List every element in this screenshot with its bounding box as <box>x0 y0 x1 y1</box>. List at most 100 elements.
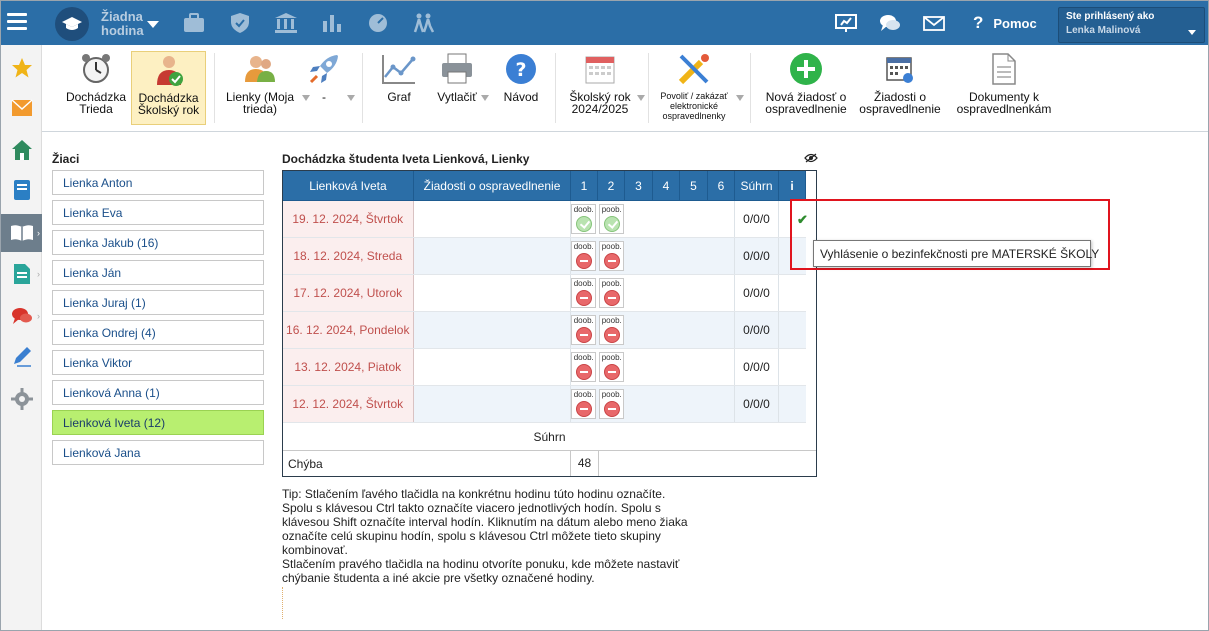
bank-icon[interactable] <box>275 13 297 33</box>
hour-cell[interactable] <box>624 385 653 423</box>
date-cell[interactable]: 13. 12. 2024, Piatok <box>282 348 414 386</box>
checkmark-icon[interactable]: ✔ <box>797 212 808 228</box>
hour-cell[interactable] <box>624 237 653 275</box>
hour-status-box[interactable]: poob. <box>599 241 625 271</box>
menu-icon[interactable] <box>7 13 27 31</box>
student-item[interactable]: Lienka Jakub (16) <box>52 230 264 255</box>
rocket-button[interactable]: - <box>304 51 344 125</box>
column-header-hour[interactable]: 3 <box>624 170 653 201</box>
column-header-hour[interactable]: 1 <box>570 170 598 201</box>
hour-status-box[interactable]: doob. <box>571 315 597 345</box>
attendance-school-year-button[interactable]: Dochádzka Školský rok <box>131 51 206 125</box>
student-item[interactable]: Lienka Anton <box>52 170 264 195</box>
column-header-hour[interactable]: 5 <box>679 170 708 201</box>
hour-status-box[interactable]: doob. <box>571 204 597 234</box>
hour-cell[interactable] <box>624 311 653 349</box>
manual-button[interactable]: ? Návod <box>497 51 545 125</box>
chat-icon[interactable] <box>879 13 901 33</box>
hour-cell[interactable] <box>679 274 708 312</box>
date-cell[interactable]: 19. 12. 2024, Štvrtok <box>282 200 414 238</box>
hour-status-box[interactable]: poob. <box>599 315 625 345</box>
hour-status-box[interactable]: doob. <box>571 278 597 308</box>
student-item[interactable]: Lienka Eva <box>52 200 264 225</box>
pen-icon[interactable] <box>1 337 42 375</box>
open-book-icon[interactable]: › <box>1 214 42 252</box>
hour-cell[interactable] <box>679 200 708 238</box>
help-button[interactable]: ? Pomoc <box>973 13 1037 33</box>
student-item[interactable]: Lienková Anna (1) <box>52 380 264 405</box>
hour-status-box[interactable]: poob. <box>599 389 625 419</box>
hour-cell[interactable] <box>679 385 708 423</box>
bar-chart-icon[interactable] <box>321 13 343 33</box>
hour-status-box[interactable]: doob. <box>571 352 597 382</box>
hour-status-box[interactable]: doob. <box>571 389 597 419</box>
graph-button[interactable]: Graf <box>372 51 426 125</box>
toggle-e-excuses-button[interactable]: Povoliť / zakázať elektronické ospravedl… <box>656 51 732 125</box>
hour-cell[interactable] <box>652 200 680 238</box>
home-icon[interactable] <box>1 131 42 169</box>
shield-icon[interactable] <box>229 13 251 33</box>
chevron-down-icon[interactable] <box>637 95 645 101</box>
student-item[interactable]: Lienka Juraj (1) <box>52 290 264 315</box>
comments-icon[interactable]: › <box>1 297 42 335</box>
column-header-student[interactable]: Lienková Iveta <box>282 170 414 201</box>
briefcase-icon[interactable] <box>183 13 205 33</box>
hour-cell[interactable] <box>624 274 653 312</box>
hour-cell[interactable] <box>679 311 708 349</box>
excuse-requests-button[interactable]: Žiadosti o ospravedlnenie <box>856 51 944 125</box>
school-year-button[interactable]: Školský rok 2024/2025 <box>564 51 636 125</box>
hour-status-box[interactable]: poob. <box>599 352 625 382</box>
hour-cell[interactable] <box>652 274 680 312</box>
student-item[interactable]: Lienková Iveta (12) <box>52 410 264 435</box>
presentation-icon[interactable] <box>835 13 857 33</box>
envelope-icon[interactable] <box>1 89 42 127</box>
hour-cell[interactable] <box>679 237 708 275</box>
attendance-class-button[interactable]: Dochádzka Trieda <box>56 51 136 125</box>
student-item[interactable]: Lienková Jana <box>52 440 264 465</box>
date-cell[interactable]: 18. 12. 2024, Streda <box>282 237 414 275</box>
hour-selector[interactable]: Žiadna hodina <box>55 7 159 41</box>
chevron-down-icon[interactable] <box>481 95 489 101</box>
chevron-down-icon[interactable] <box>736 95 744 101</box>
hour-cell[interactable] <box>652 348 680 386</box>
hour-cell[interactable] <box>652 385 680 423</box>
notebook-icon[interactable] <box>1 171 42 209</box>
hour-status-label: doob. <box>573 279 594 288</box>
hour-cell[interactable] <box>652 237 680 275</box>
chevron-down-icon[interactable] <box>347 95 355 101</box>
column-header-hour[interactable]: 4 <box>652 170 680 201</box>
hour-cell[interactable] <box>707 274 735 312</box>
hour-cell[interactable] <box>624 348 653 386</box>
settings-icon[interactable] <box>1 380 42 418</box>
date-cell[interactable]: 16. 12. 2024, Pondelok <box>282 311 414 349</box>
student-item[interactable]: Lienka Ondrej (4) <box>52 320 264 345</box>
hour-cell[interactable] <box>624 200 653 238</box>
hour-cell[interactable] <box>707 348 735 386</box>
class-selector-button[interactable]: Lienky (Moja trieda) <box>222 51 298 125</box>
column-header-hour[interactable]: 2 <box>597 170 625 201</box>
document-icon[interactable]: › <box>1 255 42 293</box>
mail-icon[interactable] <box>923 13 945 33</box>
hour-status-box[interactable]: doob. <box>571 241 597 271</box>
new-excuse-request-button[interactable]: Nová žiadosť o ospravedlnenie <box>758 51 854 125</box>
student-item[interactable]: Lienka Ján <box>52 260 264 285</box>
star-icon[interactable] <box>1 49 42 87</box>
eye-icon[interactable] <box>804 152 818 166</box>
print-button[interactable]: Vytlačiť <box>431 51 483 125</box>
hour-cell[interactable] <box>679 348 708 386</box>
user-menu[interactable]: Ste prihlásený ako Lenka Malinová <box>1058 7 1205 43</box>
dashboard-icon[interactable] <box>367 13 389 33</box>
walking-people-icon[interactable] <box>413 13 435 33</box>
column-header-hour[interactable]: 6 <box>707 170 735 201</box>
date-cell[interactable]: 12. 12. 2024, Štvrtok <box>282 385 414 423</box>
hour-cell[interactable] <box>652 311 680 349</box>
hour-cell[interactable] <box>707 200 735 238</box>
hour-cell[interactable] <box>707 237 735 275</box>
excuse-documents-button[interactable]: Dokumenty k ospravedlnenkám <box>952 51 1056 125</box>
hour-status-box[interactable]: poob. <box>599 204 625 234</box>
hour-status-box[interactable]: poob. <box>599 278 625 308</box>
hour-cell[interactable] <box>707 385 735 423</box>
date-cell[interactable]: 17. 12. 2024, Utorok <box>282 274 414 312</box>
student-item[interactable]: Lienka Viktor <box>52 350 264 375</box>
hour-cell[interactable] <box>707 311 735 349</box>
